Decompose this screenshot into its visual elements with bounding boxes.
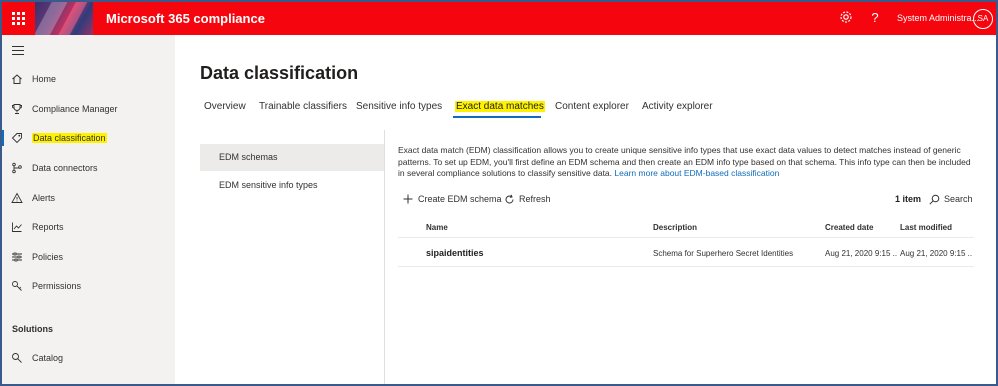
column-header-name[interactable]: Name [426, 223, 448, 232]
top-bar: Microsoft 365 compliance ? System Admini… [2, 2, 996, 35]
sidebar-item-label: Data classification [32, 133, 107, 143]
refresh-label: Refresh [519, 194, 551, 204]
panel-divider [384, 130, 385, 384]
item-count: 1 item [895, 194, 922, 204]
help-icon[interactable]: ? [867, 10, 883, 26]
tab-overview[interactable]: Overview [204, 101, 246, 112]
banner-image [35, 2, 93, 35]
tab-activity-explorer[interactable]: Activity explorer [642, 101, 713, 112]
page-title: Data classification [200, 63, 359, 83]
key-icon [11, 280, 23, 292]
edm-description: Exact data match (EDM) classification al… [398, 145, 978, 180]
table-row[interactable]: sipaidentities Schema for Superhero Secr… [398, 241, 974, 267]
search-button[interactable]: Search [928, 188, 973, 210]
tab-content-explorer[interactable]: Content explorer [555, 101, 629, 112]
sliders-icon [11, 251, 23, 263]
sidebar-item-compliance-manager[interactable]: Compliance Manager [2, 97, 175, 121]
active-tab-indicator [453, 116, 541, 118]
sidebar-item-label: Alerts [32, 193, 56, 203]
sidebar-item-label: Data connectors [32, 163, 98, 173]
search-icon [928, 193, 940, 205]
column-header-created-date[interactable]: Created date [825, 223, 873, 232]
subnav-edm-sensitive-info-types[interactable]: EDM sensitive info types [200, 172, 384, 199]
sidebar-item-home[interactable]: Home [2, 67, 175, 91]
sidebar-item-permissions[interactable]: Permissions [2, 274, 175, 298]
chart-icon [11, 221, 23, 233]
connector-icon [11, 162, 23, 174]
hamburger-menu-icon[interactable] [12, 46, 24, 58]
home-icon [11, 73, 23, 85]
subnav-edm-schemas[interactable]: EDM schemas [200, 144, 384, 171]
command-bar: Create EDM schema Refresh 1 item Search [398, 188, 974, 210]
sidebar-item-data-classification[interactable]: Data classification [2, 126, 175, 150]
alert-icon [11, 192, 23, 204]
table-header: Name Description Created date Last modif… [398, 218, 974, 238]
sidebar: Home Compliance Manager Data classificat… [2, 35, 175, 384]
column-header-last-modified[interactable]: Last modified [900, 223, 952, 232]
row-created-date: Aug 21, 2020 9:15 ... [825, 249, 897, 258]
sidebar-item-reports[interactable]: Reports [2, 215, 175, 239]
solutions-heading: Solutions [12, 324, 53, 334]
user-name[interactable]: System Administra... [897, 13, 979, 23]
sidebar-item-label: Reports [32, 222, 64, 232]
row-description: Schema for Superhero Secret Identities [653, 249, 794, 258]
sidebar-item-alerts[interactable]: Alerts [2, 186, 175, 210]
refresh-icon [503, 193, 515, 205]
settings-icon[interactable] [838, 10, 854, 26]
sidebar-item-label: Catalog [32, 353, 64, 363]
column-header-description[interactable]: Description [653, 223, 697, 232]
row-last-modified: Aug 21, 2020 9:15 ... [900, 249, 972, 258]
tag-icon [11, 132, 23, 144]
sidebar-item-label: Permissions [32, 281, 82, 291]
create-edm-schema-label: Create EDM schema [418, 194, 502, 204]
search-label: Search [944, 194, 973, 204]
tab-trainable-classifiers[interactable]: Trainable classifiers [259, 101, 347, 112]
refresh-button[interactable]: Refresh [503, 188, 551, 210]
waffle-icon[interactable] [2, 2, 34, 35]
sidebar-item-data-connectors[interactable]: Data connectors [2, 156, 175, 180]
avatar[interactable]: SA [973, 9, 993, 29]
learn-more-link[interactable]: Learn more about EDM-based classificatio… [614, 168, 779, 178]
tab-exact-data-matches[interactable]: Exact data matches [455, 101, 545, 112]
tab-sensitive-info-types[interactable]: Sensitive info types [356, 101, 442, 112]
trophy-icon [11, 103, 23, 115]
sidebar-item-label: Compliance Manager [32, 104, 118, 114]
row-name[interactable]: sipaidentities [426, 248, 484, 258]
sidebar-item-catalog[interactable]: Catalog [2, 346, 175, 370]
sidebar-item-label: Home [32, 74, 57, 84]
sidebar-item-label: Policies [32, 252, 64, 262]
add-icon [402, 193, 414, 205]
window-frame: Microsoft 365 compliance ? System Admini… [0, 0, 998, 386]
catalog-icon [11, 352, 23, 364]
app-title[interactable]: Microsoft 365 compliance [106, 11, 265, 26]
create-edm-schema-button[interactable]: Create EDM schema [402, 188, 502, 210]
sidebar-item-policies[interactable]: Policies [2, 245, 175, 269]
